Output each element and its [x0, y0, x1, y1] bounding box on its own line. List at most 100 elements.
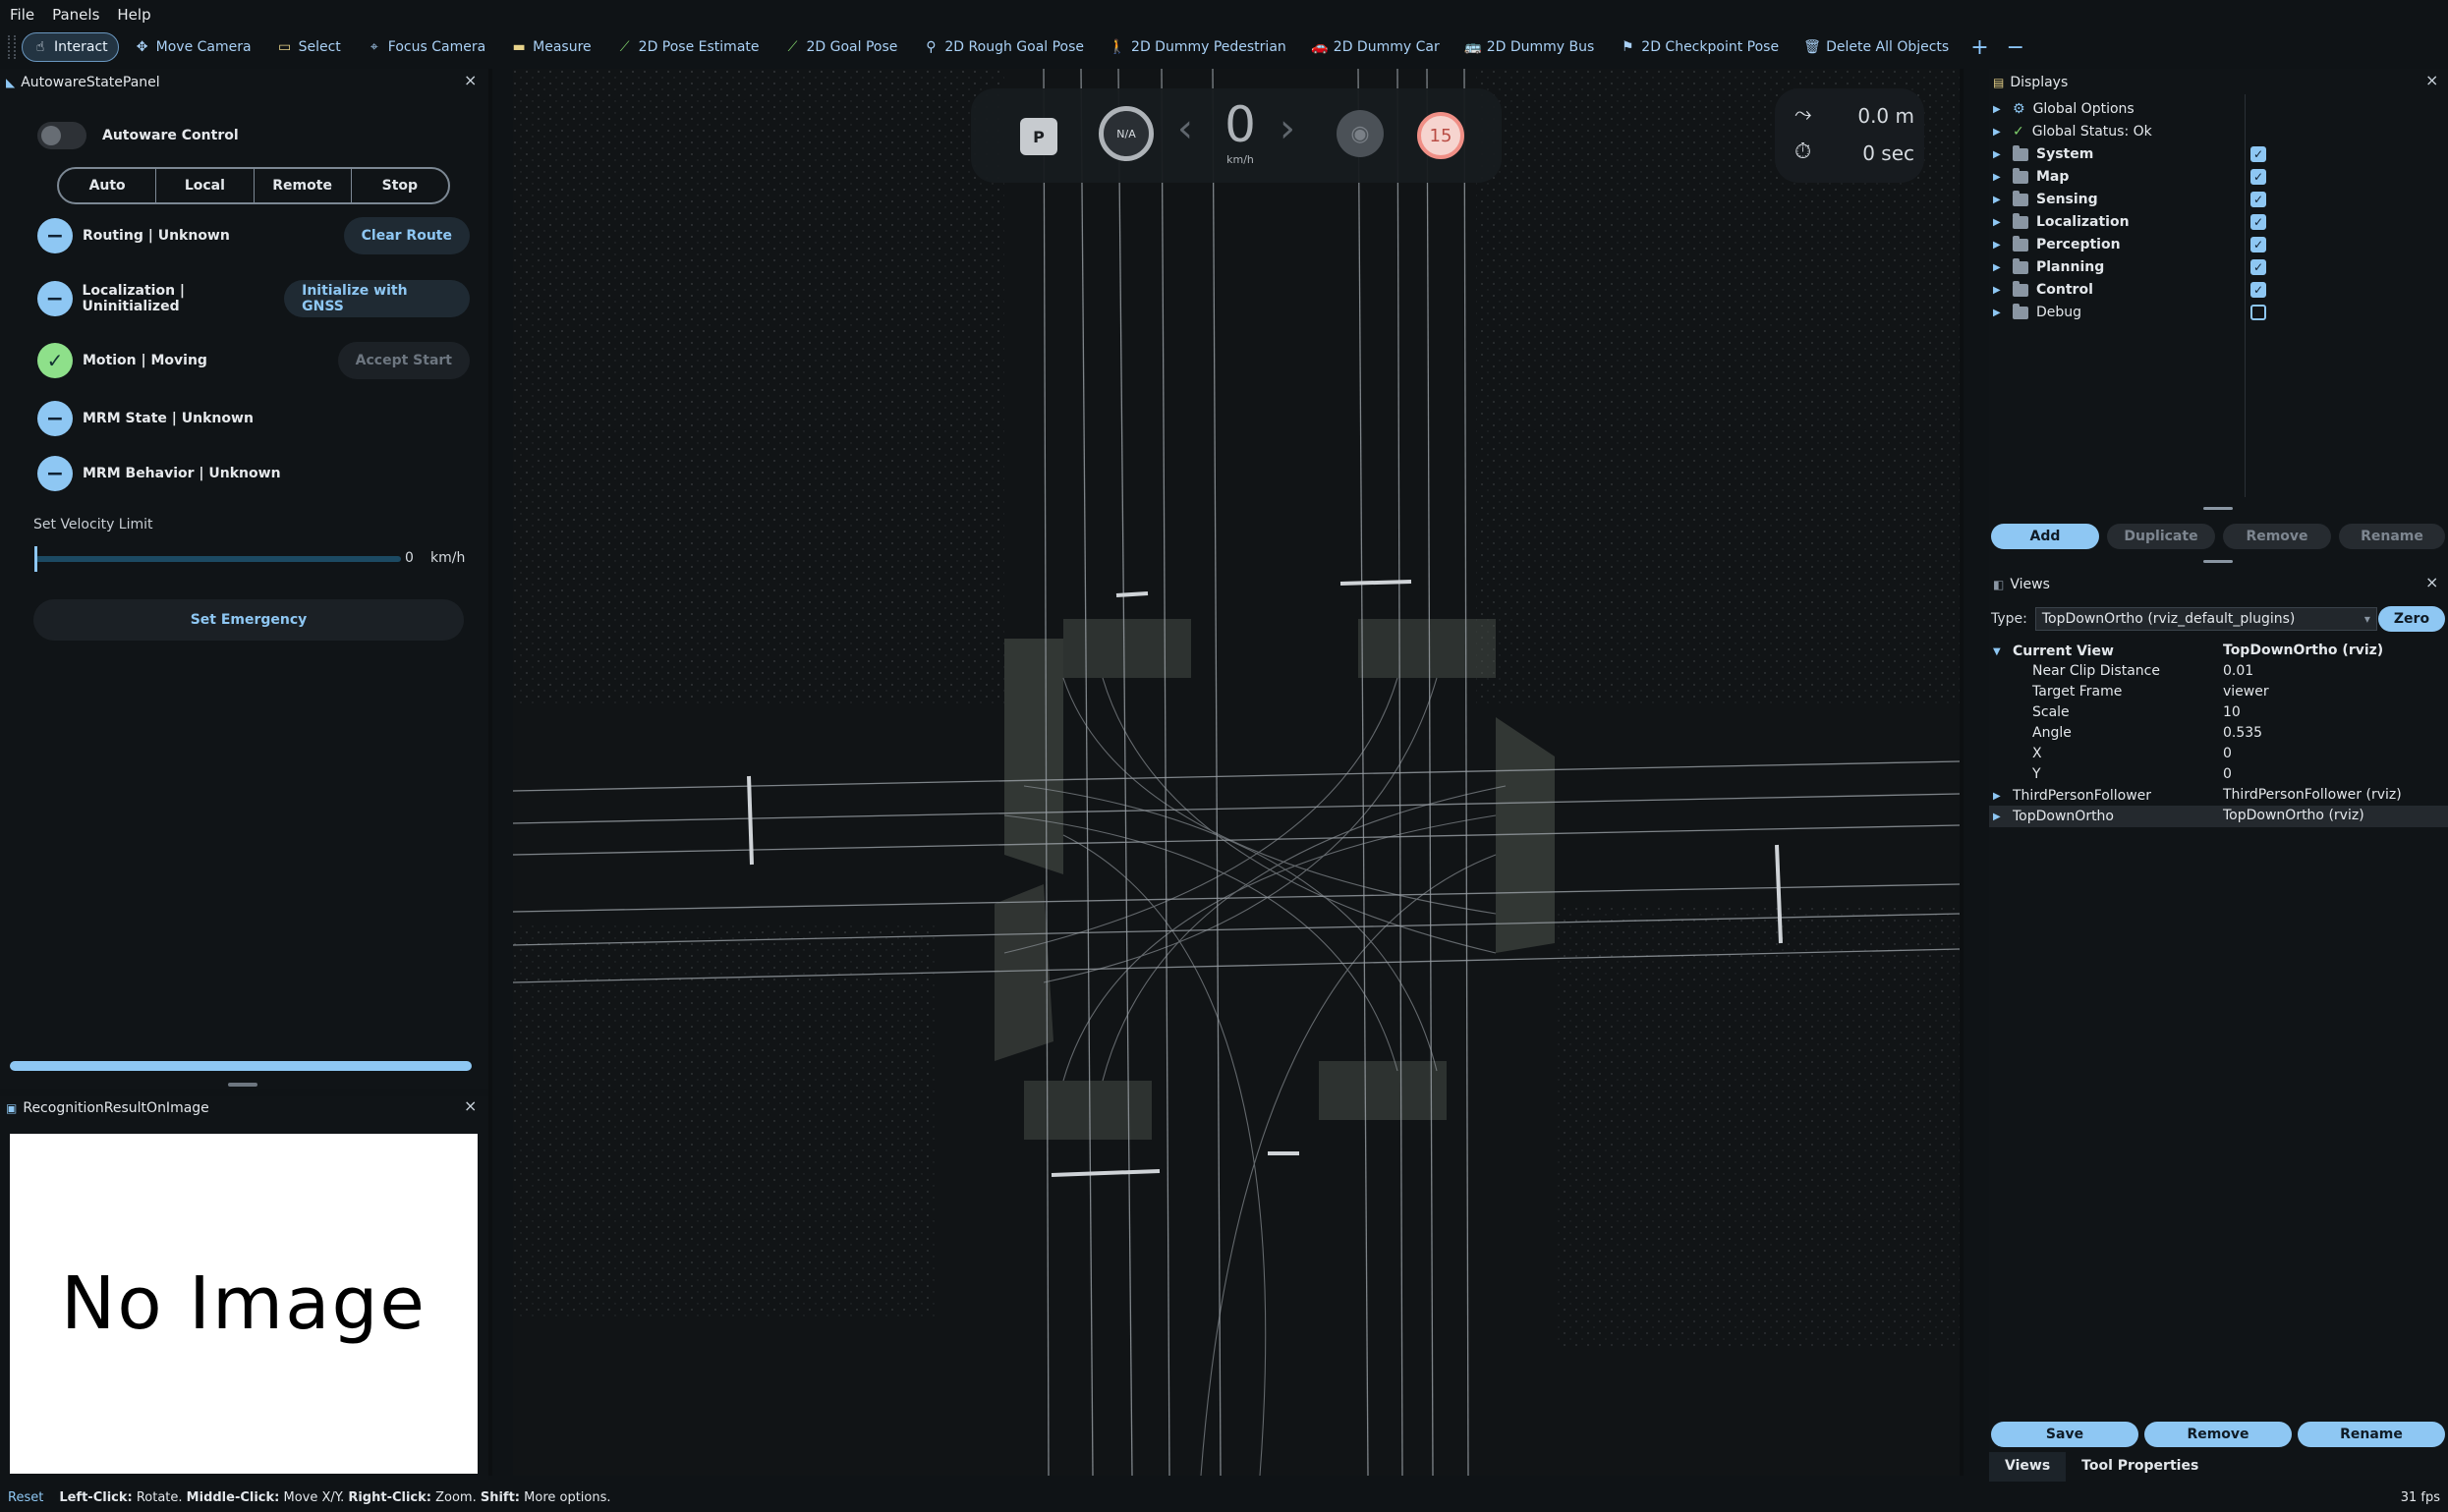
tool-measure[interactable]: ▬ Measure: [501, 32, 601, 62]
checkbox-sensing[interactable]: ✓: [2250, 192, 2266, 207]
tool-2d-dummy-pedestrian[interactable]: 🚶 2D Dummy Pedestrian: [1100, 32, 1296, 62]
checkbox-system[interactable]: ✓: [2250, 146, 2266, 162]
tool-move-camera[interactable]: ✥ Move Camera: [125, 32, 261, 62]
prop-target-frame-value[interactable]: viewer: [2223, 684, 2269, 700]
select-icon: ▭: [277, 39, 292, 55]
prop-near-clip-key: Near Clip Distance: [2032, 663, 2160, 679]
3d-viewport[interactable]: [513, 69, 1960, 1476]
remove-display-button[interactable]: Remove: [2223, 524, 2331, 549]
view-type-select[interactable]: TopDownOrtho (rviz_default_plugins): [2034, 607, 2377, 631]
tab-tool-properties[interactable]: Tool Properties: [2066, 1452, 2214, 1482]
reset-button[interactable]: Reset: [8, 1490, 43, 1505]
autoware-control-label: Autoware Control: [102, 128, 239, 143]
checkbox-debug[interactable]: [2250, 305, 2266, 320]
folder-icon: [2013, 212, 2028, 229]
menu-help[interactable]: Help: [117, 6, 150, 24]
autoware-panel-title: ◣ AutowareStatePanel: [6, 75, 160, 90]
displays-close-button[interactable]: ×: [2425, 71, 2438, 89]
rename-display-button[interactable]: Rename: [2339, 524, 2445, 549]
recognition-panel-close-button[interactable]: ×: [464, 1096, 477, 1115]
expand-arrow-icon: ▶: [1993, 284, 2001, 296]
mode-local-button[interactable]: Local: [156, 169, 255, 202]
operation-mode-segment: Auto Local Remote Stop: [57, 167, 450, 204]
steering-value: N/A: [1116, 127, 1136, 140]
tool-2d-dummy-car[interactable]: 🚗 2D Dummy Car: [1302, 32, 1450, 62]
expand-arrow-icon: ▶: [1993, 171, 2001, 183]
checkbox-planning[interactable]: ✓: [2250, 259, 2266, 275]
checkbox-perception[interactable]: ✓: [2250, 237, 2266, 252]
move-icon: ✥: [136, 39, 148, 55]
add-tool-button[interactable]: +: [1964, 32, 1994, 62]
display-global-status[interactable]: ▶ ✓ Global Status: Ok: [1993, 121, 2268, 142]
menu-file[interactable]: File: [10, 6, 34, 24]
pose-arrow-icon: ⟋: [619, 39, 630, 55]
prop-angle-value[interactable]: 0.535: [2223, 725, 2262, 741]
steering-wheel-icon: N/A: [1099, 106, 1154, 161]
tool-delete-all-objects[interactable]: 🗑 Delete All Objects: [1794, 32, 1959, 62]
add-display-button[interactable]: Add: [1991, 524, 2099, 549]
tool-2d-checkpoint-pose[interactable]: ⚑ 2D Checkpoint Pose: [1610, 32, 1789, 62]
tab-views[interactable]: Views: [1989, 1452, 2067, 1482]
expand-arrow-icon: ▶: [1993, 239, 2001, 251]
views-splitter-handle[interactable]: [2203, 560, 2233, 563]
menu-panels[interactable]: Panels: [52, 6, 99, 24]
flag-icon: ⚑: [1622, 39, 1634, 55]
checkbox-map[interactable]: ✓: [2250, 169, 2266, 185]
set-emergency-button[interactable]: Set Emergency: [33, 599, 464, 641]
displays-splitter-handle[interactable]: [2203, 507, 2233, 510]
prop-near-clip-value[interactable]: 0.01: [2223, 663, 2253, 679]
save-view-button[interactable]: Save: [1991, 1422, 2138, 1447]
gear-icon: ⚙: [2013, 101, 2025, 117]
velocity-slider-handle[interactable]: [34, 546, 37, 572]
display-localization[interactable]: ▶ Localization: [1993, 211, 2268, 233]
zero-button[interactable]: Zero: [2378, 606, 2445, 632]
toolbar-grip[interactable]: [8, 35, 16, 59]
tool-2d-rough-goal-pose[interactable]: ⚲ 2D Rough Goal Pose: [913, 32, 1094, 62]
tool-select[interactable]: ▭ Select: [267, 32, 351, 62]
checkbox-localization[interactable]: ✓: [2250, 214, 2266, 230]
clear-route-button[interactable]: Clear Route: [343, 217, 470, 254]
display-map[interactable]: ▶ Map: [1993, 166, 2268, 188]
left-splitter[interactable]: [488, 69, 492, 1476]
panel-horizontal-scrollbar[interactable]: [10, 1061, 472, 1071]
velocity-slider-track[interactable]: [35, 556, 401, 562]
right-splitter[interactable]: [1960, 69, 1964, 1476]
display-global-options[interactable]: ▶ ⚙ Global Options: [1993, 98, 2268, 120]
motion-state-row: ✓ Motion | Moving Accept Start: [37, 341, 470, 380]
saved-view-third-person-value: ThirdPersonFollower (rviz): [2223, 787, 2402, 803]
views-close-button[interactable]: ×: [2425, 573, 2438, 591]
display-perception[interactable]: ▶ Perception: [1993, 234, 2268, 255]
checkbox-control[interactable]: ✓: [2250, 282, 2266, 298]
rename-view-button[interactable]: Rename: [2298, 1422, 2445, 1447]
prop-y-value[interactable]: 0: [2223, 766, 2232, 782]
mode-stop-button[interactable]: Stop: [352, 169, 448, 202]
accept-start-button[interactable]: Accept Start: [337, 342, 470, 379]
status-hint: Left-Click: Rotate. Middle-Click: Move X…: [59, 1490, 611, 1505]
autoware-control-toggle[interactable]: [37, 122, 86, 149]
tool-2d-goal-pose[interactable]: ⟋ 2D Goal Pose: [775, 32, 908, 62]
remove-tool-button[interactable]: −: [2001, 32, 2030, 62]
display-planning[interactable]: ▶ Planning: [1993, 256, 2268, 278]
autoware-control-row: Autoware Control: [37, 122, 239, 149]
display-control[interactable]: ▶ Control: [1993, 279, 2268, 301]
toolbar: ☝ Interact ✥ Move Camera ▭ Select ⌖ Focus Ca…: [0, 29, 2448, 65]
minus-icon: −: [37, 456, 73, 491]
display-sensing[interactable]: ▶ Sensing: [1993, 189, 2268, 210]
prop-x-value[interactable]: 0: [2223, 746, 2232, 761]
mode-auto-button[interactable]: Auto: [59, 169, 157, 202]
views-title: ◧ Views: [1993, 577, 2050, 592]
display-debug[interactable]: ▶ Debug: [1993, 302, 2268, 323]
autoware-panel-close-button[interactable]: ×: [464, 71, 477, 89]
panel-splitter-handle[interactable]: [228, 1083, 257, 1087]
remove-view-button[interactable]: Remove: [2144, 1422, 2292, 1447]
prop-scale-value[interactable]: 10: [2223, 704, 2241, 720]
tool-interact[interactable]: ☝ Interact: [22, 32, 119, 62]
tool-focus-camera[interactable]: ⌖ Focus Camera: [357, 32, 495, 62]
initialize-gnss-button[interactable]: Initialize with GNSS: [284, 280, 470, 317]
display-system[interactable]: ▶ System: [1993, 143, 2268, 165]
tool-2d-dummy-bus[interactable]: 🚌 2D Dummy Bus: [1455, 32, 1605, 62]
route-icon: ⤳: [1794, 102, 1812, 127]
duplicate-display-button[interactable]: Duplicate: [2107, 524, 2215, 549]
mode-remote-button[interactable]: Remote: [255, 169, 352, 202]
tool-2d-pose-estimate[interactable]: ⟋ 2D Pose Estimate: [607, 32, 769, 62]
